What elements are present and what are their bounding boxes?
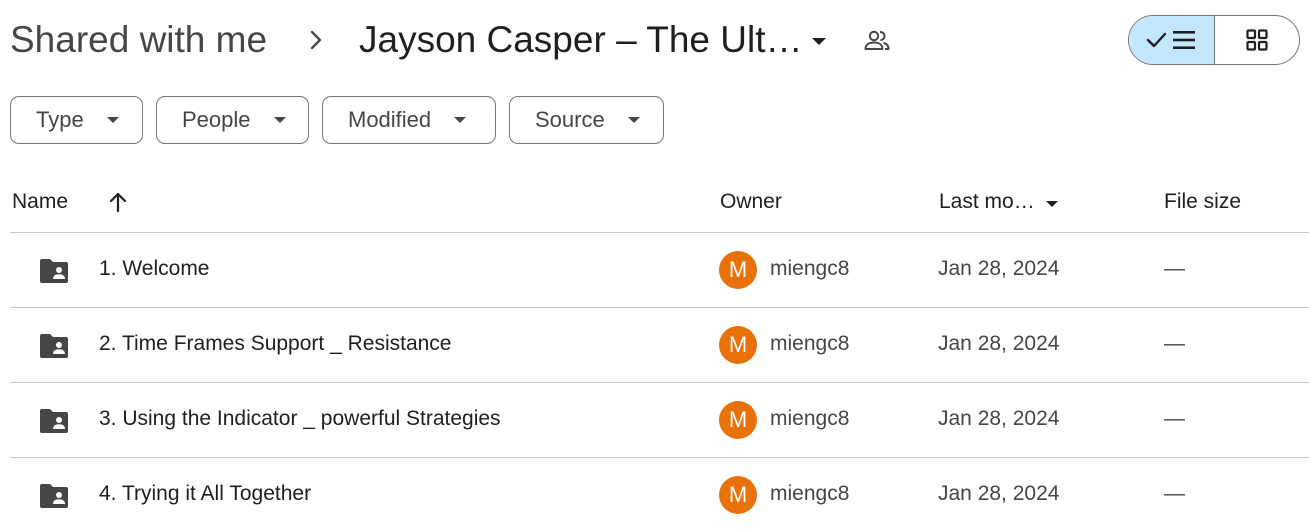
column-header-file-size: File size <box>1164 190 1242 213</box>
last-modified-date: Jan 28, 2024 <box>938 407 1060 430</box>
owner-avatar: M <box>719 476 757 514</box>
arrow-drop-down-icon[interactable] <box>808 30 830 52</box>
owner-name: miengc8 <box>770 482 850 505</box>
type-filter-chip[interactable]: Type <box>10 96 143 144</box>
arrow-up-icon[interactable] <box>108 191 128 213</box>
column-header-owner: Owner <box>720 190 782 213</box>
view-toggle <box>1128 15 1300 65</box>
shared-folder-icon <box>40 259 68 283</box>
table-row[interactable]: 1. Welcome M miengc8 Jan 28, 2024 — <box>10 233 1309 308</box>
breadcrumb-shared-with-me[interactable]: Shared with me <box>10 18 267 62</box>
file-size: — <box>1164 407 1185 430</box>
modified-filter-chip[interactable]: Modified <box>322 96 496 144</box>
owner-name: miengc8 <box>770 257 850 280</box>
file-name: 4. Trying it All Together <box>99 482 312 505</box>
grid-icon <box>1246 29 1268 51</box>
file-name: 3. Using the Indicator _ powerful Strate… <box>99 407 501 430</box>
type-filter-label: Type <box>36 107 84 132</box>
arrow-drop-down-icon <box>454 117 467 123</box>
column-header-name[interactable]: Name <box>12 190 68 214</box>
header: Shared with me Jayson Casper – The Ult… <box>10 14 1300 66</box>
arrow-drop-down-icon[interactable] <box>1045 200 1059 208</box>
arrow-drop-down-icon <box>106 117 119 123</box>
owner-avatar: M <box>719 401 757 439</box>
arrow-drop-down-icon <box>273 117 286 123</box>
owner-name: miengc8 <box>770 332 850 355</box>
last-modified-date: Jan 28, 2024 <box>938 332 1060 355</box>
modified-filter-label: Modified <box>348 107 432 132</box>
list-view-button[interactable] <box>1129 16 1215 64</box>
owner-name: miengc8 <box>770 407 850 430</box>
people-filter-chip[interactable]: People <box>156 96 309 144</box>
file-list: 1. Welcome M miengc8 Jan 28, 2024 — 2. T… <box>10 233 1309 532</box>
people-outline-icon[interactable] <box>862 26 892 56</box>
file-name: 2. Time Frames Support _ Resistance <box>99 332 452 355</box>
column-header-last-modified[interactable]: Last mo… <box>939 190 1035 214</box>
arrow-drop-down-icon <box>627 117 640 123</box>
table-row[interactable]: 2. Time Frames Support _ Resistance M mi… <box>10 308 1309 383</box>
file-size: — <box>1164 332 1185 355</box>
filter-bar: Type People Modified Source <box>10 96 664 146</box>
last-modified-date: Jan 28, 2024 <box>938 482 1060 505</box>
file-name: 1. Welcome <box>99 257 210 280</box>
breadcrumb-current-folder[interactable]: Jayson Casper – The Ult… <box>359 18 803 62</box>
table-header: Name Owner Last mo… File size <box>10 176 1309 233</box>
table-row[interactable]: 4. Trying it All Together M miengc8 Jan … <box>10 458 1309 532</box>
table-row[interactable]: 3. Using the Indicator _ powerful Strate… <box>10 383 1309 458</box>
last-modified-date: Jan 28, 2024 <box>938 257 1060 280</box>
source-filter-label: Source <box>535 107 605 132</box>
checkmark-list-icon <box>1147 31 1196 49</box>
file-size: — <box>1164 482 1185 505</box>
people-filter-label: People <box>182 107 251 132</box>
shared-folder-icon <box>40 409 68 433</box>
chevron-right-icon <box>310 30 322 50</box>
shared-folder-icon <box>40 484 68 508</box>
owner-avatar: M <box>719 251 757 289</box>
source-filter-chip[interactable]: Source <box>509 96 664 144</box>
file-size: — <box>1164 257 1185 280</box>
owner-avatar: M <box>719 326 757 364</box>
shared-folder-icon <box>40 334 68 358</box>
grid-view-button[interactable] <box>1215 16 1300 64</box>
